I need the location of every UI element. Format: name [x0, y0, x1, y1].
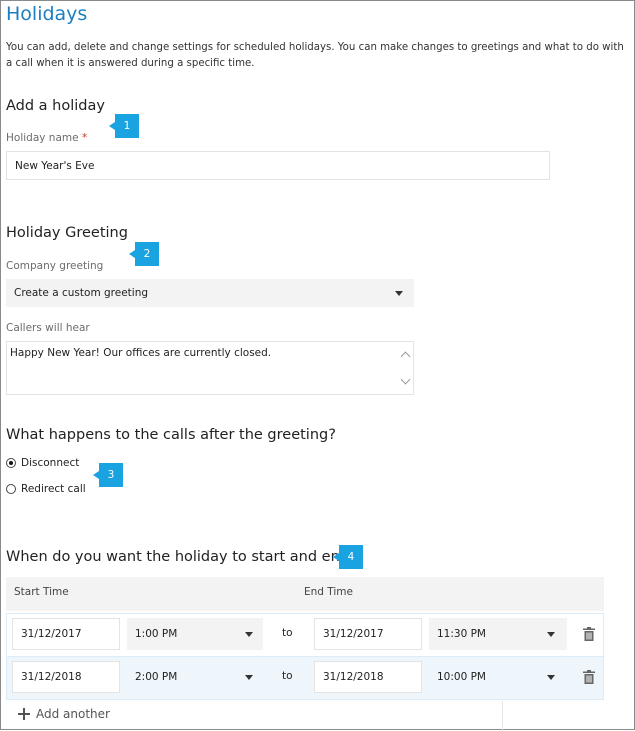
add-another-button[interactable]: Add another — [18, 707, 110, 721]
add-another-label: Add another — [36, 707, 110, 721]
end-time-select[interactable]: 11:30 PM — [429, 618, 567, 650]
trash-icon[interactable] — [583, 627, 595, 641]
divider — [502, 701, 503, 731]
add-holiday-heading: Add a holiday — [6, 98, 105, 114]
redirect-label[interactable]: Redirect call — [21, 483, 86, 495]
chevron-down-icon — [395, 291, 403, 296]
callout-2: 2 — [129, 242, 159, 266]
callout-1: 1 — [109, 114, 139, 138]
redirect-radio[interactable] — [6, 484, 16, 494]
schedule-header: Start Time End Time — [6, 577, 604, 611]
after-greeting-heading: What happens to the calls after the gree… — [6, 427, 336, 443]
required-mark: * — [81, 132, 88, 144]
holiday-name-value: New Year's Eve — [15, 159, 95, 172]
end-date-input[interactable]: 31/12/2017 — [314, 618, 422, 650]
chevron-down-icon — [547, 675, 555, 680]
holiday-name-label: Holiday name * — [6, 132, 87, 144]
chevron-down-icon — [547, 632, 555, 637]
start-date-input[interactable]: 31/12/2018 — [12, 661, 120, 693]
to-label: to — [282, 627, 293, 639]
start-time-header: Start Time — [14, 586, 69, 598]
schedule-table: Start Time End Time 31/12/2017 1:00 PM t… — [6, 577, 604, 701]
callers-hear-label: Callers will hear — [6, 322, 90, 334]
table-row: 31/12/2017 1:00 PM to 31/12/2017 11:30 P… — [6, 613, 604, 657]
callers-hear-value: Happy New Year! Our offices are currentl… — [10, 347, 272, 359]
end-time-value: 11:30 PM — [437, 628, 486, 640]
end-date-value: 31/12/2018 — [323, 671, 384, 683]
holiday-name-input[interactable]: New Year's Eve — [6, 151, 550, 180]
schedule-heading: When do you want the holiday to start an… — [6, 549, 357, 565]
callers-hear-textarea[interactable]: Happy New Year! Our offices are currentl… — [6, 341, 414, 395]
start-date-value: 31/12/2018 — [21, 671, 82, 683]
to-label: to — [282, 670, 293, 682]
start-time-select[interactable]: 2:00 PM — [127, 661, 263, 693]
end-date-value: 31/12/2017 — [323, 628, 384, 640]
company-greeting-label: Company greeting — [6, 260, 104, 272]
start-date-input[interactable]: 31/12/2017 — [12, 618, 120, 650]
scroll-up-icon[interactable] — [400, 351, 411, 362]
greeting-heading: Holiday Greeting — [6, 225, 128, 241]
chevron-down-icon — [245, 632, 253, 637]
start-time-value: 2:00 PM — [135, 671, 178, 683]
company-greeting-value: Create a custom greeting — [14, 287, 149, 299]
page-description: You can add, delete and change settings … — [6, 42, 624, 69]
scroll-down-icon[interactable] — [400, 374, 411, 385]
company-greeting-select[interactable]: Create a custom greeting — [6, 279, 414, 307]
callout-3: 3 — [93, 463, 123, 487]
end-time-header: End Time — [304, 586, 353, 598]
callout-4: 4 — [333, 545, 363, 569]
start-date-value: 31/12/2017 — [21, 628, 82, 640]
disconnect-radio[interactable] — [6, 458, 16, 468]
end-time-value: 10:00 PM — [437, 671, 486, 683]
page-title: Holidays — [6, 3, 88, 25]
start-time-select[interactable]: 1:00 PM — [127, 618, 263, 650]
chevron-down-icon — [245, 675, 253, 680]
end-date-input[interactable]: 31/12/2018 — [314, 661, 422, 693]
holiday-name-label-text: Holiday name — [6, 132, 79, 144]
end-time-select[interactable]: 10:00 PM — [429, 661, 567, 693]
trash-icon[interactable] — [583, 670, 595, 684]
disconnect-label[interactable]: Disconnect — [21, 457, 79, 469]
textarea-scrollbar[interactable] — [398, 343, 412, 393]
table-row: 31/12/2018 2:00 PM to 31/12/2018 10:00 P… — [6, 656, 604, 700]
plus-icon — [18, 708, 30, 720]
start-time-value: 1:00 PM — [135, 628, 178, 640]
